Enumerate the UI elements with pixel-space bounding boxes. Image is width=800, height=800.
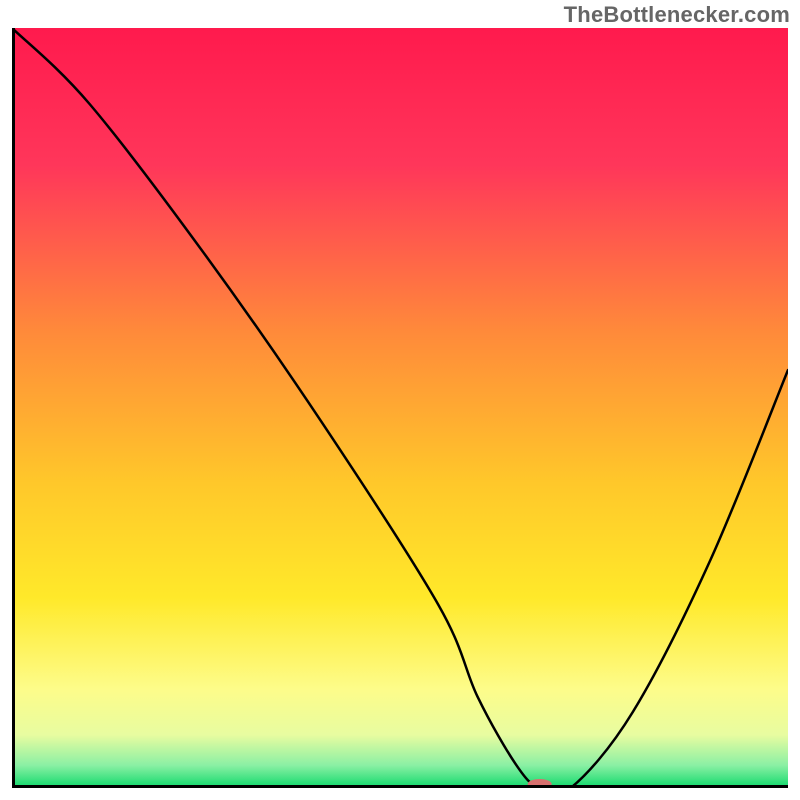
gradient-background (12, 28, 788, 788)
bottleneck-chart (12, 28, 788, 788)
watermark-text: TheBottleneckеr.com (564, 2, 790, 28)
chart-container: TheBottleneckеr.com (0, 0, 800, 800)
plot-area (12, 28, 788, 788)
